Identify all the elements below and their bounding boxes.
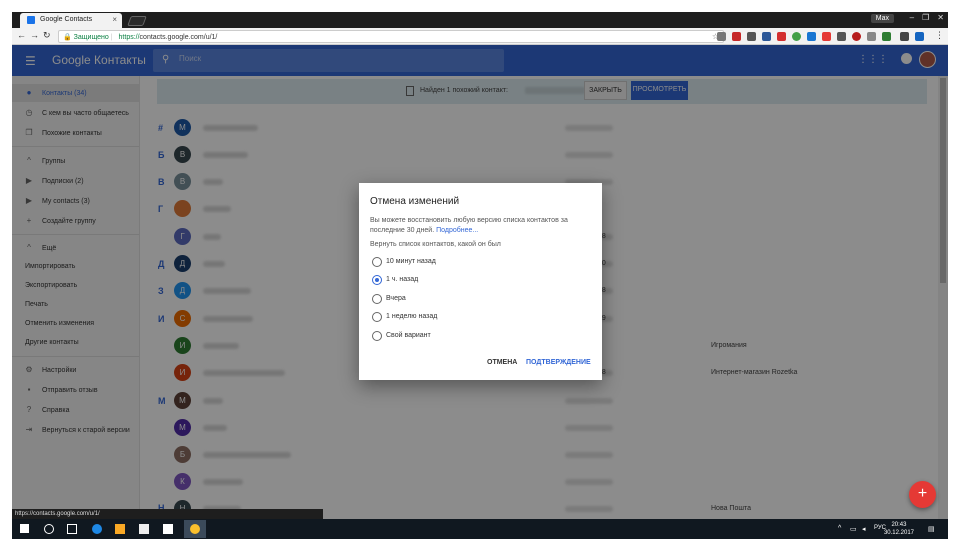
cancel-button[interactable]: ОТМЕНА (487, 359, 517, 366)
extension-icon[interactable] (762, 32, 771, 41)
extension-icon[interactable] (792, 32, 801, 41)
modal-backdrop (938, 76, 948, 519)
taskbar: ^ ▭ ◂ РУС 20:43 30.12.2017 ▤ (12, 519, 948, 539)
network-icon[interactable]: ▭ (850, 525, 857, 533)
screen: Google Contacts × Max – ❐ ✕ ← → ↻ 🔒 Защи… (0, 0, 960, 551)
extension-icon[interactable] (852, 32, 861, 41)
modal-backdrop[interactable] (12, 45, 948, 76)
url-protocol: https:// (118, 34, 140, 41)
menu-dots-icon[interactable]: ⋮ (935, 30, 944, 41)
extension-icon[interactable] (915, 32, 924, 41)
notifications-center-icon[interactable]: ▤ (928, 525, 935, 533)
chrome-icon (190, 524, 200, 534)
confirm-button[interactable]: ПОДТВЕРЖДЕНИЕ (526, 359, 591, 366)
volume-icon[interactable]: ◂ (862, 525, 866, 533)
window-user-badge[interactable]: Max (870, 14, 894, 23)
extension-icon[interactable] (747, 32, 756, 41)
store-icon[interactable] (139, 524, 149, 534)
dialog-title: Отмена изменений (370, 196, 460, 207)
maximize-icon[interactable]: ❐ (922, 13, 929, 22)
undo-changes-dialog: Отмена изменений Вы можете восстановить … (359, 183, 602, 380)
clock-time: 20:43 (891, 522, 907, 528)
option-label: 1 ч. назад (386, 276, 419, 283)
learn-more-link[interactable]: Подробнее... (436, 227, 478, 234)
reload-icon[interactable]: ↻ (43, 30, 51, 41)
tab-title: Google Contacts (40, 16, 93, 23)
modal-backdrop[interactable] (12, 76, 140, 519)
mail-icon[interactable] (163, 524, 173, 534)
extension-icon[interactable] (777, 32, 786, 41)
extension-icon[interactable] (717, 32, 726, 41)
back-icon[interactable]: ← (17, 30, 26, 40)
option-label: Вчера (386, 295, 406, 302)
new-tab-button[interactable] (127, 16, 147, 26)
tab-close-icon[interactable]: × (112, 15, 117, 24)
radio-button[interactable] (372, 312, 382, 322)
task-view-icon[interactable] (67, 524, 77, 534)
radio-button-selected[interactable] (372, 275, 382, 285)
extension-icon[interactable] (732, 32, 741, 41)
browser-tab-bar: Google Contacts × Max – ❐ ✕ (12, 12, 948, 28)
extension-icon[interactable] (867, 32, 876, 41)
radio-button[interactable] (372, 294, 382, 304)
extension-icon[interactable] (837, 32, 846, 41)
radio-button[interactable] (372, 331, 382, 341)
contacts-favicon-icon (27, 16, 35, 24)
clock-date: 30.12.2017 (883, 530, 914, 536)
file-explorer-icon[interactable] (115, 524, 125, 534)
url-text: contacts.google.com/u/1/ (139, 34, 218, 41)
option-label: 10 минут назад (386, 258, 436, 265)
option-label: Свой вариант (386, 332, 431, 339)
browser-tab[interactable]: Google Contacts × (20, 13, 122, 28)
extension-icon[interactable] (900, 32, 909, 41)
dialog-subtitle: Вернуть список контактов, какой он был (370, 241, 501, 248)
status-bar-url: https://contacts.google.com/u/1/ (12, 509, 323, 519)
add-contact-button[interactable]: + (909, 481, 936, 508)
secure-label: Защищено (73, 34, 109, 41)
forward-icon[interactable]: → (30, 30, 39, 40)
tray-chevron-icon[interactable]: ^ (838, 525, 841, 532)
radio-button[interactable] (372, 257, 382, 267)
windows-start-icon[interactable] (20, 524, 29, 533)
minimize-icon[interactable]: – (910, 13, 914, 22)
search-icon[interactable] (44, 524, 54, 534)
window-close-icon[interactable]: ✕ (937, 13, 944, 22)
dialog-description: Вы можете восстановить любую версию спис… (370, 216, 585, 236)
address-bar[interactable]: 🔒 Защищено | https://contacts.google.com… (58, 30, 724, 43)
option-label: 1 неделю назад (386, 313, 438, 320)
extension-icon[interactable] (807, 32, 816, 41)
lock-icon: 🔒 (63, 34, 72, 41)
browser-toolbar: ← → ↻ 🔒 Защищено | https://contacts.goog… (12, 28, 948, 45)
clock[interactable]: 20:43 30.12.2017 (884, 521, 914, 537)
extension-icon[interactable] (822, 32, 831, 41)
edge-icon[interactable] (92, 524, 102, 534)
extension-icon[interactable] (882, 32, 891, 41)
